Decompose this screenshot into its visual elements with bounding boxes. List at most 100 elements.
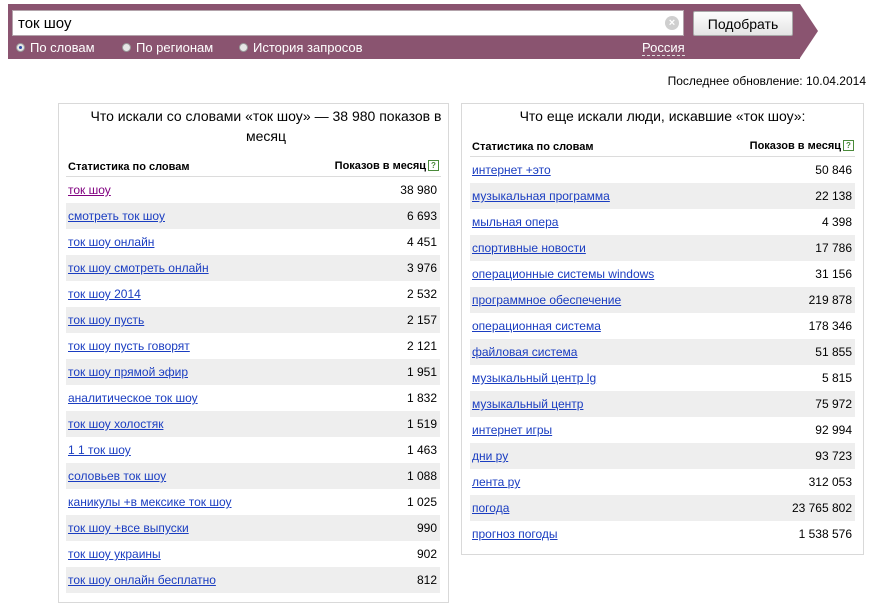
keyword-link[interactable]: ток шоу холостяк <box>68 417 163 431</box>
column-header-count-label: Показов в месяц <box>749 140 841 152</box>
clear-icon[interactable]: × <box>665 16 679 30</box>
impressions-count: 1 025 <box>406 495 437 509</box>
impressions-count: 1 832 <box>406 391 437 405</box>
panel-title: Что искали со словами «ток шоу» — 38 980… <box>90 108 442 144</box>
keyword-link[interactable]: музыкальный центр <box>472 397 583 411</box>
table-row: каникулы +в мексике ток шоу 1 025 <box>66 489 440 515</box>
help-icon[interactable]: ? <box>843 140 854 151</box>
impressions-count: 990 <box>416 521 437 535</box>
impressions-count: 3 976 <box>406 261 437 275</box>
impressions-count: 812 <box>416 573 437 587</box>
keyword-link[interactable]: музыкальная программа <box>472 189 610 203</box>
keyword-link[interactable]: ток шоу онлайн бесплатно <box>68 573 216 587</box>
table-row: аналитическое ток шоу 1 832 <box>66 385 440 411</box>
radio-icon[interactable] <box>239 43 248 52</box>
table-row: музыкальная программа 22 138 <box>470 183 855 209</box>
panel-title: Что еще искали люди, искавшие «ток шоу»: <box>519 108 806 124</box>
keyword-table: ток шоу 38 980 смотреть ток шоу 6 693 ток шо… <box>66 177 440 593</box>
radio-icon[interactable] <box>122 43 131 52</box>
keyword-link[interactable]: файловая система <box>472 345 577 359</box>
mode-label: По словам <box>30 40 95 55</box>
keyword-link[interactable]: ток шоу онлайн <box>68 235 154 249</box>
keyword-link[interactable]: 1 1 ток шоу <box>68 443 131 457</box>
impressions-count: 4 398 <box>821 215 852 229</box>
table-row: файловая система 51 855 <box>470 339 855 365</box>
impressions-count: 23 765 802 <box>791 501 852 515</box>
impressions-count: 50 846 <box>815 163 852 177</box>
keyword-link[interactable]: ток шоу пусть говорят <box>68 339 190 353</box>
impressions-count: 1 519 <box>406 417 437 431</box>
keyword-link[interactable]: программное обеспечение <box>472 293 621 307</box>
table-row: 1 1 ток шоу 1 463 <box>66 437 440 463</box>
mode-by-regions[interactable]: По регионам <box>122 40 213 55</box>
table-row: ток шоу +все выпуски 990 <box>66 515 440 541</box>
keyword-link[interactable]: дни ру <box>472 449 508 463</box>
keyword-link[interactable]: спортивные новости <box>472 241 586 255</box>
impressions-count: 22 138 <box>815 189 852 203</box>
impressions-count: 178 346 <box>808 319 852 333</box>
keyword-link[interactable]: смотреть ток шоу <box>68 209 165 223</box>
impressions-count: 2 532 <box>406 287 437 301</box>
keyword-link[interactable]: мыльная опера <box>472 215 558 229</box>
table-row: дни ру 93 723 <box>470 443 855 469</box>
keyword-link[interactable]: интернет игры <box>472 423 552 437</box>
impressions-count: 1 463 <box>406 443 437 457</box>
mode-label: История запросов <box>253 40 363 55</box>
keyword-link[interactable]: лента ру <box>472 475 520 489</box>
keyword-link[interactable]: операционные системы windows <box>472 267 654 281</box>
impressions-count: 93 723 <box>815 449 852 463</box>
last-update: Последнее обновление: 10.04.2014 <box>667 74 866 88</box>
keyword-link[interactable]: ток шоу 2014 <box>68 287 141 301</box>
impressions-count: 5 815 <box>821 371 852 385</box>
impressions-count: 38 980 <box>400 183 437 197</box>
table-row: ток шоу украины 902 <box>66 541 440 567</box>
impressions-count: 31 156 <box>815 267 852 281</box>
keyword-link[interactable]: ток шоу прямой эфир <box>68 365 188 379</box>
table-row: интернет +это 50 846 <box>470 157 855 183</box>
column-header-count: Показов в месяц? <box>335 160 439 172</box>
submit-button[interactable]: Подобрать <box>693 11 793 36</box>
impressions-count: 92 994 <box>815 423 852 437</box>
table-row: прогноз погоды 1 538 576 <box>470 521 855 547</box>
keyword-link[interactable]: ток шоу <box>68 183 111 197</box>
keyword-link[interactable]: погода <box>472 501 509 515</box>
panel-related-queries: Что еще искали люди, искавшие «ток шоу»:… <box>461 103 864 555</box>
keyword-link[interactable]: операционная система <box>472 319 601 333</box>
region-link[interactable]: Россия <box>642 40 685 56</box>
table-row: операционные системы windows 31 156 <box>470 261 855 287</box>
table-row: соловьев ток шоу 1 088 <box>66 463 440 489</box>
keyword-link[interactable]: каникулы +в мексике ток шоу <box>68 495 232 509</box>
table-row: ток шоу 38 980 <box>66 177 440 203</box>
radio-icon[interactable] <box>16 43 25 52</box>
mode-history[interactable]: История запросов <box>239 40 363 55</box>
keyword-link[interactable]: музыкальный центр lg <box>472 371 596 385</box>
keyword-link[interactable]: ток шоу +все выпуски <box>68 521 189 535</box>
table-row: спортивные новости 17 786 <box>470 235 855 261</box>
table-row: ток шоу холостяк 1 519 <box>66 411 440 437</box>
table-row: ток шоу 2014 2 532 <box>66 281 440 307</box>
table-row: ток шоу пусть говорят 2 121 <box>66 333 440 359</box>
keyword-link[interactable]: прогноз погоды <box>472 527 558 541</box>
impressions-count: 902 <box>416 547 437 561</box>
impressions-count: 1 951 <box>406 365 437 379</box>
impressions-count: 1 088 <box>406 469 437 483</box>
table-row: интернет игры 92 994 <box>470 417 855 443</box>
help-icon[interactable]: ? <box>428 160 439 171</box>
keyword-link[interactable]: соловьев ток шоу <box>68 469 166 483</box>
impressions-count: 17 786 <box>815 241 852 255</box>
table-row: погода 23 765 802 <box>470 495 855 521</box>
impressions-count: 312 053 <box>808 475 852 489</box>
keyword-link[interactable]: ток шоу украины <box>68 547 161 561</box>
mode-by-words[interactable]: По словам <box>16 40 95 55</box>
search-input[interactable] <box>12 10 684 36</box>
impressions-count: 51 855 <box>815 345 852 359</box>
keyword-link[interactable]: ток шоу смотреть онлайн <box>68 261 209 275</box>
keyword-link[interactable]: ток шоу пусть <box>68 313 144 327</box>
keyword-link[interactable]: интернет +это <box>472 163 551 177</box>
table-row: ток шоу онлайн бесплатно 812 <box>66 567 440 593</box>
impressions-count: 4 451 <box>406 235 437 249</box>
keyword-link[interactable]: аналитическое ток шоу <box>68 391 198 405</box>
panel-including-words: Что искали со словами «ток шоу» — 38 980… <box>58 103 449 603</box>
related-table: интернет +это 50 846 музыкальная программа… <box>470 157 855 547</box>
column-header-keyword: Статистика по словам <box>68 161 190 173</box>
